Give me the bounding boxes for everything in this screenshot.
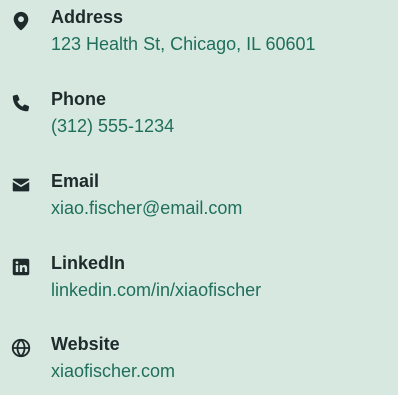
linkedin-link[interactable]: linkedin.com/in/xiaofischer: [51, 276, 398, 304]
globe-icon: [10, 337, 32, 359]
contact-item-email: Email xiao.fischer@email.com: [0, 168, 398, 232]
contact-text: Email xiao.fischer@email.com: [51, 168, 398, 222]
contact-item-linkedin: LinkedIn linkedin.com/in/xiaofischer: [0, 250, 398, 314]
website-link[interactable]: xiaofischer.com: [51, 357, 398, 385]
contact-label: Phone: [51, 89, 107, 109]
phone-icon: [10, 92, 32, 114]
contact-label: Address: [51, 7, 124, 27]
phone-link[interactable]: (312) 555-1234: [51, 112, 398, 140]
address-value: 123 Health St, Chicago, IL 60601: [51, 34, 316, 54]
contact-item-phone: Phone (312) 555-1234: [0, 86, 398, 150]
envelope-icon: [10, 174, 32, 196]
contact-item-website: Website xiaofischer.com: [0, 331, 398, 395]
contact-label: Website: [51, 334, 120, 354]
contact-text: Address 123 Health St, Chicago, IL 60601: [51, 4, 398, 58]
contact-label: Email: [51, 171, 100, 191]
contact-list: Address 123 Health St, Chicago, IL 60601…: [0, 0, 398, 385]
contact-item-address: Address 123 Health St, Chicago, IL 60601: [0, 4, 398, 68]
email-link[interactable]: xiao.fischer@email.com: [51, 194, 398, 222]
contact-label: LinkedIn: [51, 253, 126, 273]
contact-text: Phone (312) 555-1234: [51, 86, 398, 140]
map-marker-icon: [10, 10, 32, 32]
contact-text: LinkedIn linkedin.com/in/xiaofischer: [51, 250, 398, 304]
contact-text: Website xiaofischer.com: [51, 331, 398, 385]
linkedin-icon: [10, 256, 32, 278]
